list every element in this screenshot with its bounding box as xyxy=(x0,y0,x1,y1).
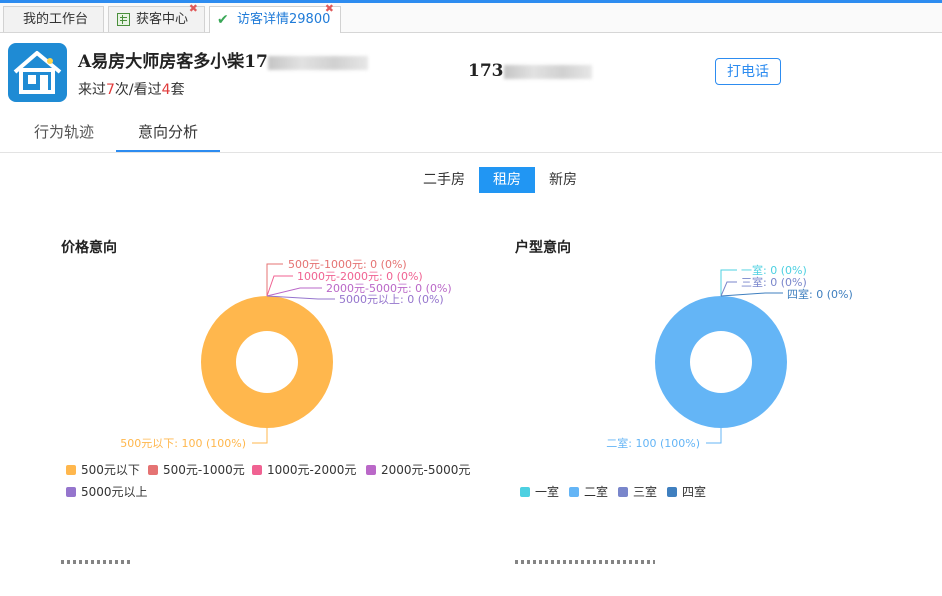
slice-500元以下[interactable] xyxy=(200,295,333,429)
legend-swatch xyxy=(520,487,530,497)
legend-swatch xyxy=(569,487,579,497)
legend-item[interactable]: 5000元以上 xyxy=(66,483,148,500)
price-donut-chart: 500元以下: 100 (100%)500元-1000元: 0 (0%)1000… xyxy=(120,258,451,450)
legend-swatch xyxy=(66,465,76,475)
slice-label: 5000元以上: 0 (0%) xyxy=(339,293,444,306)
label-leader-line xyxy=(706,428,722,444)
legend-swatch xyxy=(618,487,628,497)
legend-item[interactable]: 500元-1000元 xyxy=(148,461,245,478)
label-leader-line xyxy=(720,269,737,296)
charts-canvas: 500元以下: 100 (100%)500元-1000元: 0 (0%)1000… xyxy=(120,258,852,450)
cutoff-section-title xyxy=(515,560,655,564)
label-leader-line xyxy=(720,292,783,297)
legend-label: 1000元-2000元 xyxy=(267,463,357,477)
legend-swatch xyxy=(366,465,376,475)
legend-item[interactable]: 1000元-2000元 xyxy=(252,461,356,478)
legend-label: 二室 xyxy=(584,485,609,499)
cutoff-section-title xyxy=(61,560,131,564)
legend-label: 一室 xyxy=(535,485,560,499)
slice-二室[interactable] xyxy=(655,296,787,428)
legend-label: 5000元以上 xyxy=(81,485,148,499)
label-leader-line xyxy=(266,287,322,297)
room-donut-chart: 二室: 100 (100%) 一室: 0 (0%)三室: 0 (0%)四室: 0 … xyxy=(606,263,852,450)
legend-label: 500元以下 xyxy=(81,463,140,477)
legend-item[interactable]: 2000元-5000元 xyxy=(366,461,470,478)
label-leader-line xyxy=(252,428,268,444)
slice-label: 500元以下: 100 (100%) xyxy=(120,437,246,450)
label-leader-line xyxy=(720,281,737,297)
label-leader-line xyxy=(266,263,283,296)
slice-label: 一室: 0 (0%) xyxy=(741,263,807,277)
legend-item[interactable]: 四室 xyxy=(667,483,706,500)
legend-label: 500元-1000元 xyxy=(163,463,245,477)
legend-label: 三室 xyxy=(633,485,658,499)
legend-item[interactable]: 三室 xyxy=(618,483,657,500)
legend-swatch xyxy=(148,465,158,475)
legend-item[interactable]: 二室 xyxy=(569,483,608,500)
legend-item[interactable]: 一室 xyxy=(520,483,559,500)
legend-swatch xyxy=(66,487,76,497)
slice-label: 四室: 0 (0%) xyxy=(787,287,853,301)
legend-item[interactable]: 500元以下 xyxy=(66,461,140,478)
legend-swatch xyxy=(252,465,262,475)
legend-label: 四室 xyxy=(682,485,707,499)
legend-swatch xyxy=(667,487,677,497)
legend-label: 2000元-5000元 xyxy=(381,463,471,477)
slice-label: 三室: 0 (0%) xyxy=(741,275,807,289)
slice-label: 二室: 100 (100%) xyxy=(606,436,700,450)
